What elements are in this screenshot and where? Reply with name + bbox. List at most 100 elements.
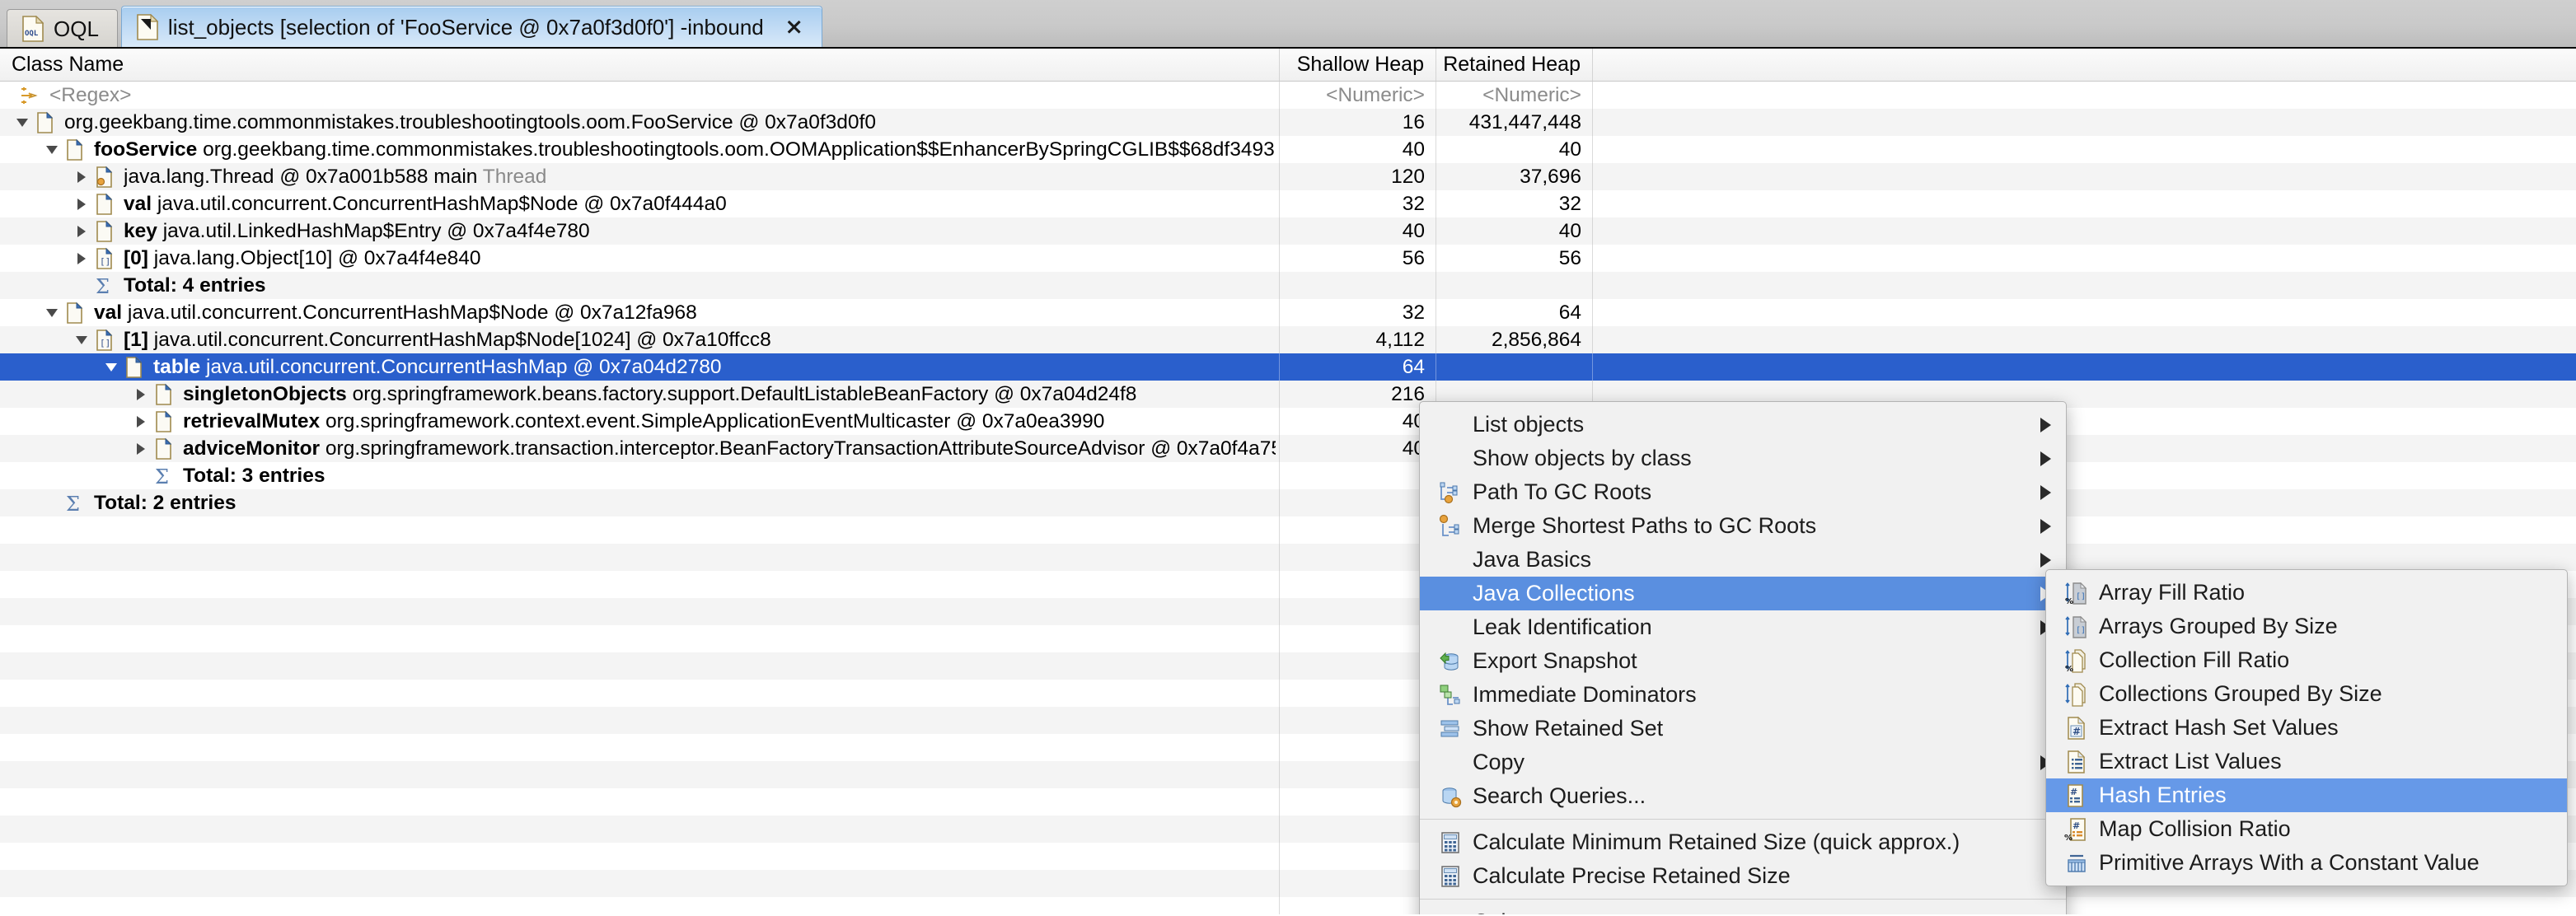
submenu-item-extract-list-values[interactable]: Extract List Values — [2046, 745, 2567, 778]
cell-retained-heap: 56 — [1436, 245, 1593, 272]
chevron-right-icon[interactable] — [130, 413, 152, 431]
submenu-item-map-collision-ratio[interactable]: #% Map Collision Ratio — [2046, 812, 2567, 846]
table-row[interactable]: singletonObjects org.springframework.bea… — [0, 381, 2576, 408]
cell-class-name[interactable]: Σ Total: 4 entries — [0, 272, 1280, 299]
tab-list-objects[interactable]: list_objects [selection of 'FooService @… — [120, 6, 822, 47]
menu-item-export-snapshot[interactable]: Export Snapshot — [1420, 644, 2066, 678]
chevron-down-icon[interactable] — [41, 304, 63, 322]
cell-class-name[interactable]: [] [0] java.lang.Object[10] @ 0x7a4f4e840 — [0, 245, 1280, 272]
cell-retained-heap: 40 — [1436, 217, 1593, 245]
table-row[interactable]: retrievalMutex org.springframework.conte… — [0, 408, 2576, 435]
menu-item-java-basics[interactable]: Java Basics — [1420, 543, 2066, 577]
chevron-right-icon[interactable] — [71, 168, 92, 186]
menu-item-merge-shortest-paths-to-gc-roots[interactable]: Merge Shortest Paths to GC Roots — [1420, 509, 2066, 543]
filter-cell-class-name[interactable]: <Regex> — [0, 82, 1280, 109]
cell-class-name[interactable]: java.lang.Thread @ 0x7a001b588 main Thre… — [0, 163, 1280, 190]
submenu-item-hash-entries[interactable]: # Hash Entries — [2046, 778, 2567, 812]
menu-item-show-objects-by-class[interactable]: Show objects by class — [1420, 442, 2066, 475]
table-row[interactable]: Σ Total: 4 entries — [0, 272, 2576, 299]
submenu-item-primitive-arrays-with-a-constant-value[interactable]: Primitive Arrays With a Constant Value — [2046, 846, 2567, 880]
chevron-down-icon[interactable] — [101, 358, 122, 376]
chevron-right-icon[interactable] — [71, 195, 92, 213]
submenu-item-collections-grouped-by-size[interactable]: Collections Grouped By Size — [2046, 677, 2567, 711]
table-row[interactable]: java.lang.Thread @ 0x7a001b588 main Thre… — [0, 163, 2576, 190]
table-row[interactable]: adviceMonitor org.springframework.transa… — [0, 435, 2576, 462]
svg-text:#: # — [2073, 820, 2080, 831]
filter-cell-retained-heap[interactable]: <Numeric> — [1436, 82, 1593, 109]
table-row[interactable]: Σ Total: 2 entries — [0, 489, 2576, 516]
hash-entries-icon: # — [2063, 782, 2091, 810]
chevron-right-icon[interactable] — [130, 386, 152, 404]
chevron-right-icon[interactable] — [130, 440, 152, 458]
column-header-retained-heap[interactable]: Retained Heap — [1436, 49, 1593, 81]
menu-separator — [1420, 819, 2066, 820]
column-header-shallow-heap[interactable]: Shallow Heap — [1280, 49, 1436, 81]
table-row[interactable]: table java.util.concurrent.ConcurrentHas… — [0, 353, 2576, 381]
chevron-down-icon[interactable] — [12, 114, 33, 132]
column-header-class-name[interactable]: Class Name — [0, 49, 1280, 81]
cell-class-name[interactable]: key java.util.LinkedHashMap$Entry @ 0x7a… — [0, 217, 1280, 245]
sum-total-icon: Σ — [92, 273, 117, 298]
cell-class-name[interactable]: [] [1] java.util.concurrent.ConcurrentHas… — [0, 326, 1280, 353]
cell-class-name[interactable]: table java.util.concurrent.ConcurrentHas… — [0, 353, 1280, 381]
table-filter-row[interactable]: <Regex> <Numeric> <Numeric> — [0, 82, 2576, 109]
context-menu[interactable]: List objects Show objects by class Path To… — [1419, 401, 2067, 914]
submenu-item-arrays-grouped-by-size[interactable]: [] Arrays Grouped By Size — [2046, 610, 2567, 643]
menu-item-calculate-minimum-retained-size-quick-approx[interactable]: Calculate Minimum Retained Size (quick a… — [1420, 825, 2066, 859]
menu-item-java-collections[interactable]: Java Collections — [1420, 577, 2066, 610]
cell-shallow-heap: 4,112 — [1280, 326, 1436, 353]
cell-class-name[interactable]: singletonObjects org.springframework.bea… — [0, 381, 1280, 408]
menu-item-path-to-gc-roots[interactable]: Path To GC Roots — [1420, 475, 2066, 509]
cell-class-name[interactable]: retrievalMutex org.springframework.conte… — [0, 408, 1280, 435]
menu-item-no-icon — [1436, 445, 1464, 473]
cell-class-name[interactable]: val java.util.concurrent.ConcurrentHashM… — [0, 299, 1280, 326]
cell-class-name[interactable]: val java.util.concurrent.ConcurrentHashM… — [0, 190, 1280, 217]
submenu-item-collection-fill-ratio[interactable]: % Collection Fill Ratio — [2046, 643, 2567, 677]
table-row[interactable]: val java.util.concurrent.ConcurrentHashM… — [0, 299, 2576, 326]
filter-cell-shallow-heap[interactable]: <Numeric> — [1280, 82, 1436, 109]
menu-item-immediate-dominators[interactable]: Immediate Dominators — [1420, 678, 2066, 712]
row-label: org.geekbang.time.commonmistakes.trouble… — [64, 110, 876, 133]
chevron-right-icon[interactable] — [71, 250, 92, 268]
menu-item-label: Collections Grouped By Size — [2099, 681, 2382, 706]
menu-item-columns[interactable]: Columns... — [1420, 905, 2066, 914]
cell-shallow-heap: 32 — [1280, 190, 1436, 217]
menu-item-calculate-precise-retained-size[interactable]: Calculate Precise Retained Size — [1420, 859, 2066, 893]
menu-item-copy[interactable]: Copy — [1420, 745, 2066, 779]
table-empty-row — [0, 897, 2576, 914]
tab-oql[interactable]: OQL OQL — [7, 9, 118, 47]
submenu-item-array-fill-ratio[interactable]: []% Array Fill Ratio — [2046, 576, 2567, 610]
java-collections-submenu[interactable]: []% Array Fill Ratio [] Arrays Grouped By S… — [2045, 569, 2568, 886]
table-row[interactable]: fooService org.geekbang.time.commonmista… — [0, 136, 2576, 163]
calculator-icon — [1436, 862, 1464, 890]
cell-class-name[interactable]: Σ Total: 2 entries — [0, 489, 1280, 516]
cell-empty — [1280, 870, 1436, 897]
cell-class-name[interactable]: adviceMonitor org.springframework.transa… — [0, 435, 1280, 462]
cell-class-name[interactable]: fooService org.geekbang.time.commonmista… — [0, 136, 1280, 163]
table-row[interactable]: Σ Total: 3 entries — [0, 462, 2576, 489]
table-row[interactable]: val java.util.concurrent.ConcurrentHashM… — [0, 190, 2576, 217]
table-row[interactable]: [] [0] java.lang.Object[10] @ 0x7a4f4e840… — [0, 245, 2576, 272]
table-row[interactable]: [] [1] java.util.concurrent.ConcurrentHas… — [0, 326, 2576, 353]
table-row[interactable]: org.geekbang.time.commonmistakes.trouble… — [0, 109, 2576, 136]
cell-retained-heap: 2,856,864 — [1436, 326, 1593, 353]
menu-item-leak-identification[interactable]: Leak Identification — [1420, 610, 2066, 644]
cell-class-name[interactable]: org.geekbang.time.commonmistakes.trouble… — [0, 109, 1280, 136]
cell-empty — [1280, 544, 1436, 571]
menu-item-list-objects[interactable]: List objects — [1420, 408, 2066, 442]
menu-item-search-queries[interactable]: Search Queries... — [1420, 779, 2066, 813]
chevron-down-icon[interactable] — [71, 331, 92, 349]
menu-item-show-retained-set[interactable]: Show Retained Set — [1420, 712, 2066, 745]
chevron-down-icon[interactable] — [41, 141, 63, 159]
chevron-right-icon[interactable] — [71, 222, 92, 241]
query-result-table: Class Name Shallow Heap Retained Heap <R… — [0, 49, 2576, 914]
gc-root-instance-icon — [92, 165, 117, 189]
cell-class-name[interactable]: Σ Total: 3 entries — [0, 462, 1280, 489]
svg-text:Σ: Σ — [66, 493, 80, 516]
path-to-gc-roots-icon — [1436, 479, 1464, 507]
row-label: key java.util.LinkedHashMap$Entry @ 0x7a… — [124, 219, 590, 242]
submenu-item-extract-hash-set-values[interactable]: # Extract Hash Set Values — [2046, 711, 2567, 745]
array-instance-icon: [] — [92, 246, 117, 271]
table-row[interactable]: key java.util.LinkedHashMap$Entry @ 0x7a… — [0, 217, 2576, 245]
close-icon[interactable]: ⨯ — [785, 14, 803, 40]
